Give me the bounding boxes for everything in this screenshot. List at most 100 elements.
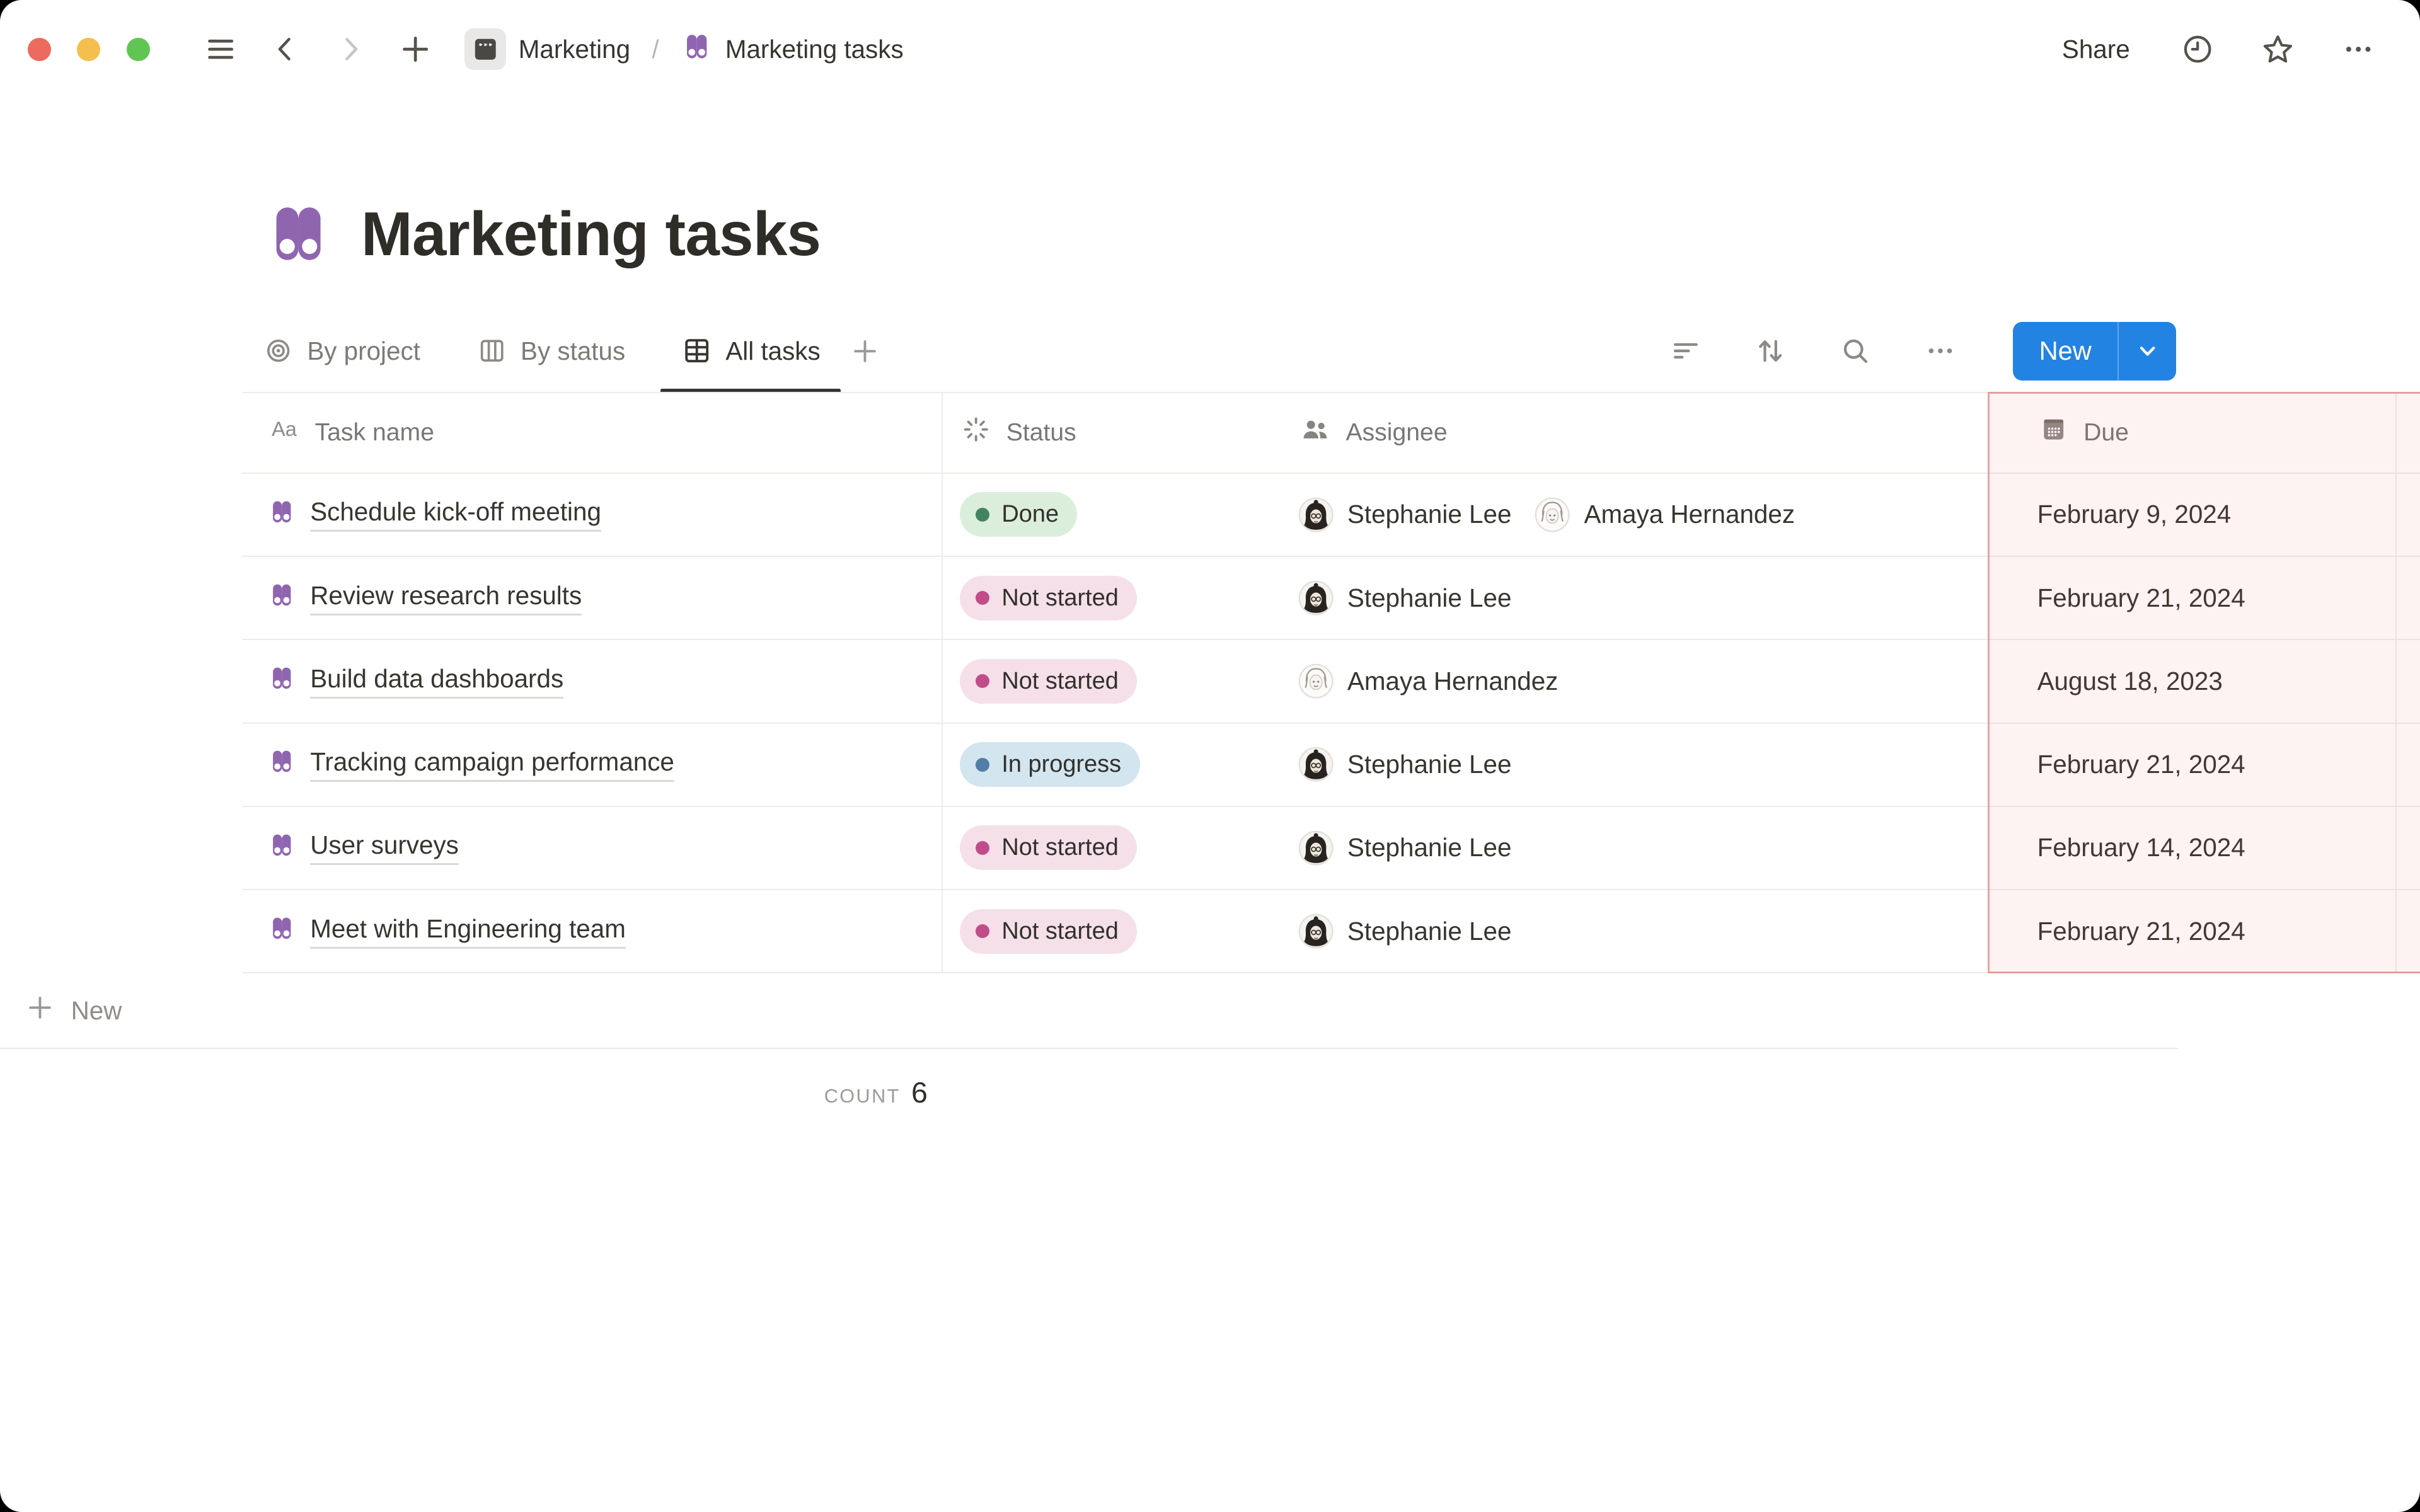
assignee-item[interactable]: Stephanie Lee (1298, 497, 1512, 532)
assignee-cell[interactable]: Stephanie Lee (1281, 724, 2020, 806)
assignee-item[interactable]: Stephanie Lee (1298, 830, 1512, 866)
binoculars-icon (267, 830, 297, 866)
column-header-assignee[interactable]: Assignee (1281, 393, 2020, 472)
status-cell[interactable]: Not started (943, 640, 1281, 722)
due-date-cell[interactable]: February 14, 2024 (2020, 807, 2397, 889)
status-cell[interactable]: Not started (943, 807, 1281, 889)
status-cell[interactable]: In progress (943, 724, 1281, 806)
top-bar: Marketing / Marketing tasks Share (0, 0, 2420, 99)
due-date-cell[interactable]: February 21, 2024 (2020, 557, 2397, 639)
task-name-link[interactable]: User surveys (310, 830, 459, 865)
column-header-due[interactable]: Due (2020, 393, 2397, 472)
assignee-item[interactable]: Amaya Hernandez (1298, 663, 1559, 699)
status-dot (976, 674, 989, 688)
back-icon[interactable] (264, 28, 308, 71)
status-cell[interactable]: Not started (943, 890, 1281, 972)
status-pill[interactable]: In progress (960, 742, 1139, 787)
column-header-label: Task name (315, 419, 434, 447)
view-tab-all-tasks[interactable]: All tasks (660, 310, 840, 392)
people-icon (1298, 413, 1332, 453)
avatar (1535, 497, 1570, 532)
task-name-link[interactable]: Schedule kick-off meeting (310, 497, 601, 532)
column-calculation[interactable]: COUNT 6 (242, 1049, 943, 1109)
status-pill[interactable]: Done (960, 492, 1077, 537)
assignee-cell[interactable]: Amaya Hernandez (1281, 640, 2020, 722)
task-name-cell[interactable]: Build data dashboards (242, 640, 943, 722)
assignee-cell[interactable]: Stephanie Lee (1281, 557, 2020, 639)
assignee-name: Stephanie Lee (1347, 833, 1512, 862)
avatar (1298, 580, 1334, 616)
favorite-star-icon[interactable] (2256, 28, 2300, 71)
more-options-icon[interactable] (2337, 28, 2380, 71)
assignee-cell[interactable]: Stephanie Lee (1281, 807, 2020, 889)
avatar (1298, 663, 1334, 699)
plus-icon (25, 992, 55, 1029)
assignee-cell[interactable]: Stephanie Lee (1281, 890, 2020, 972)
breadcrumb-item-marketing[interactable]: Marketing (458, 24, 637, 75)
column-header-label: Due (2083, 419, 2129, 447)
status-pill[interactable]: Not started (960, 825, 1137, 870)
due-date-cell[interactable]: August 18, 2023 (2020, 640, 2397, 722)
filter-icon[interactable] (1664, 329, 1708, 373)
task-name-link[interactable]: Meet with Engineering team (310, 914, 626, 949)
due-date-cell[interactable]: February 21, 2024 (2020, 724, 2397, 806)
table-row: Build data dashboards Not started Amaya He… (242, 640, 2420, 723)
new-row-button[interactable]: New (0, 973, 2178, 1049)
status-label: In progress (1001, 751, 1121, 778)
task-name-cell[interactable]: Meet with Engineering team (242, 890, 943, 972)
task-name-link[interactable]: Build data dashboards (310, 664, 563, 699)
due-date: February 21, 2024 (2037, 583, 2245, 613)
status-icon (960, 413, 992, 452)
view-tabs: By project By statusAll tasks (242, 310, 840, 392)
view-tab-by-status[interactable]: By status (456, 310, 645, 392)
table-row: Review research results Not started Stepha… (242, 557, 2420, 640)
assignee-item[interactable]: Amaya Hernandez (1535, 497, 1795, 532)
search-icon[interactable] (1834, 329, 1877, 373)
page-title[interactable]: Marketing tasks (361, 198, 821, 270)
forward-icon[interactable] (329, 28, 372, 71)
new-page-icon[interactable] (393, 28, 437, 71)
status-pill[interactable]: Not started (960, 576, 1137, 621)
new-button-chevron-down-icon[interactable] (2118, 322, 2176, 381)
status-dot (976, 924, 989, 938)
due-date: August 18, 2023 (2037, 667, 2223, 696)
task-name-cell[interactable]: Tracking campaign performance (242, 724, 943, 806)
task-name-cell[interactable]: Review research results (242, 557, 943, 639)
zoom-window-button[interactable] (127, 38, 150, 61)
view-tab-by-project[interactable]: By project (242, 310, 440, 392)
assignee-item[interactable]: Stephanie Lee (1298, 747, 1512, 782)
minimize-window-button[interactable] (77, 38, 100, 61)
assignee-item[interactable]: Stephanie Lee (1298, 580, 1512, 616)
table-row: User surveys Not started Stephanie Lee Febr… (242, 807, 2420, 890)
view-tab-label: By project (307, 336, 420, 366)
task-name-link[interactable]: Tracking campaign performance (310, 747, 674, 782)
sort-icon[interactable] (1749, 329, 1792, 373)
view-more-icon[interactable] (1919, 329, 1962, 373)
column-header-task-name[interactable]: AaTask name (242, 393, 943, 472)
task-name-cell[interactable]: User surveys (242, 807, 943, 889)
status-pill[interactable]: Not started (960, 659, 1137, 704)
assignee-cell[interactable]: Stephanie Lee Amaya Hernandez (1281, 474, 2020, 556)
assignee-item[interactable]: Stephanie Lee (1298, 914, 1512, 949)
updates-clock-icon[interactable] (2176, 28, 2220, 71)
column-header-status[interactable]: Status (943, 393, 1281, 472)
task-name-link[interactable]: Review research results (310, 581, 582, 616)
board-icon (476, 335, 508, 367)
count-value: 6 (911, 1075, 928, 1109)
share-button[interactable]: Share (2053, 28, 2139, 71)
page-binoculars-icon[interactable] (262, 197, 335, 270)
close-window-button[interactable] (28, 38, 51, 61)
status-pill[interactable]: Not started (960, 909, 1137, 954)
breadcrumb: Marketing / Marketing tasks (458, 24, 909, 75)
status-cell[interactable]: Not started (943, 557, 1281, 639)
task-name-cell[interactable]: Schedule kick-off meeting (242, 474, 943, 556)
new-button-label[interactable]: New (2013, 322, 2118, 381)
status-cell[interactable]: Done (943, 474, 1281, 556)
sidebar-menu-icon[interactable] (199, 28, 243, 71)
due-date-cell[interactable]: February 9, 2024 (2020, 474, 2397, 556)
breadcrumb-item-marketing-tasks[interactable]: Marketing tasks (674, 25, 909, 73)
add-view-icon[interactable] (843, 329, 887, 373)
status-dot (976, 841, 989, 855)
status-label: Done (1001, 501, 1059, 528)
due-date-cell[interactable]: February 21, 2024 (2020, 890, 2397, 972)
